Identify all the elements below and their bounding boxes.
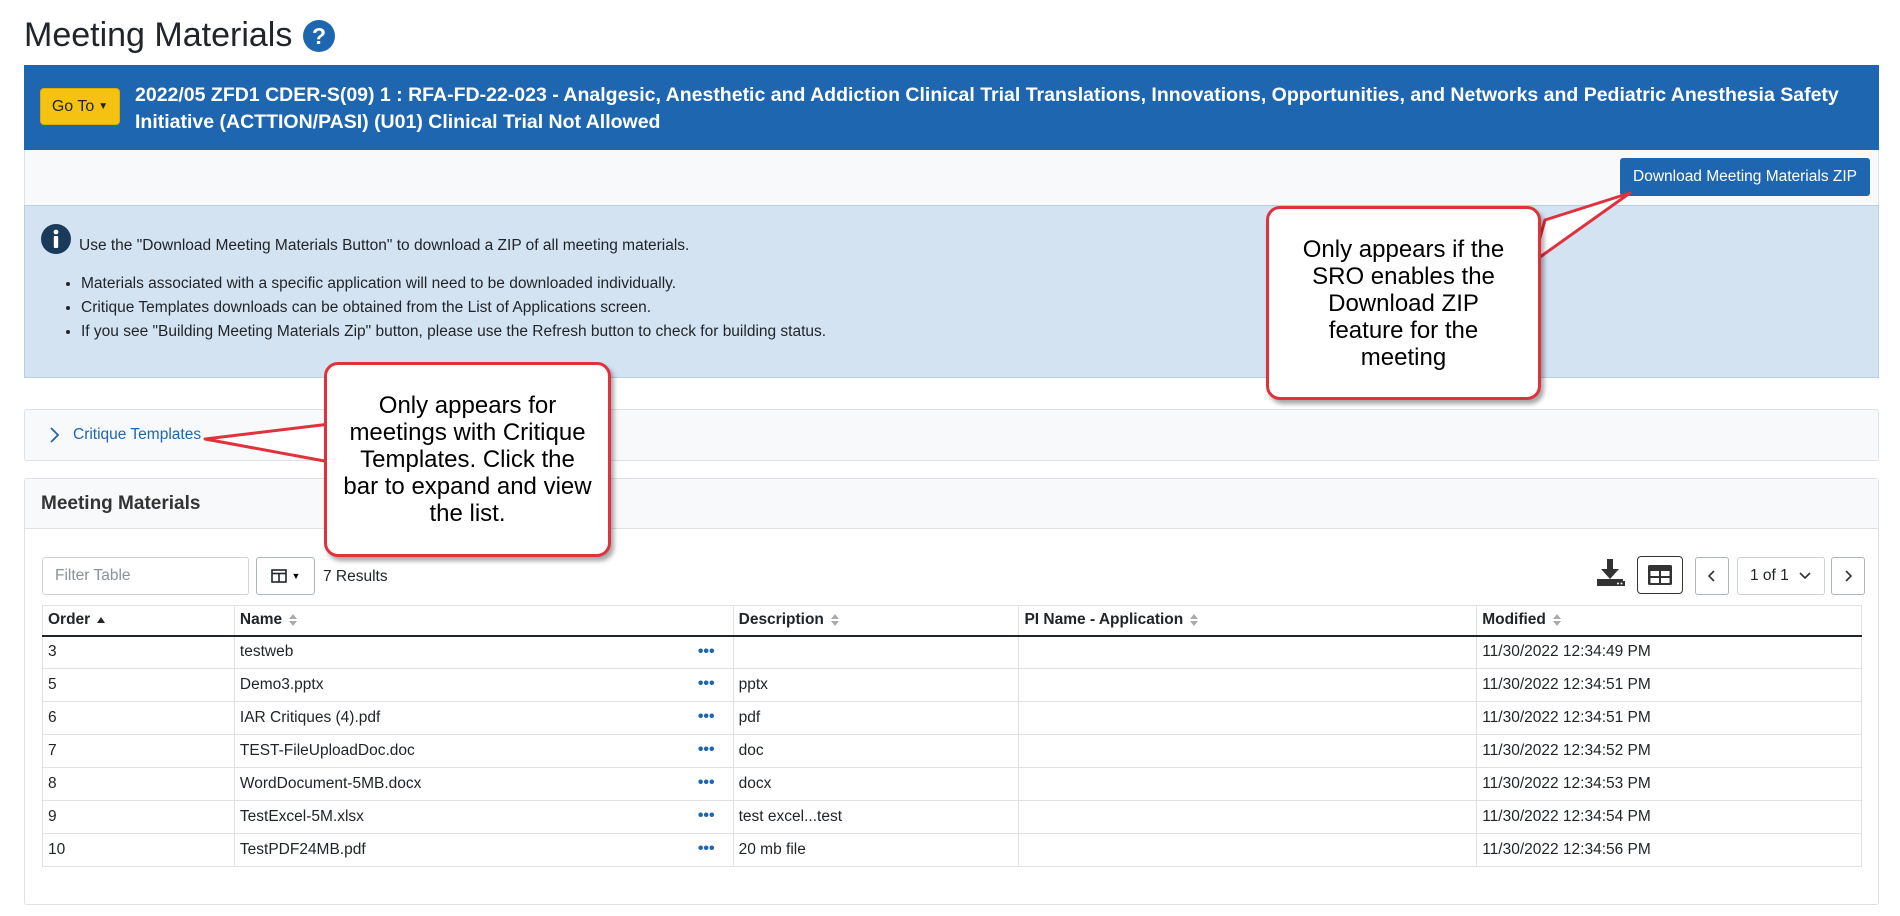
callout-pointers <box>203 191 1632 464</box>
zip-callout-text: Only appears if the SRO enables the Down… <box>1302 235 1505 371</box>
critique-callout-text: Only appears for meetings with Critique … <box>343 392 592 527</box>
zip-callout: Only appears if the SRO enables the Down… <box>1266 206 1541 400</box>
critique-callout: Only appears for meetings with Critique … <box>324 362 611 557</box>
